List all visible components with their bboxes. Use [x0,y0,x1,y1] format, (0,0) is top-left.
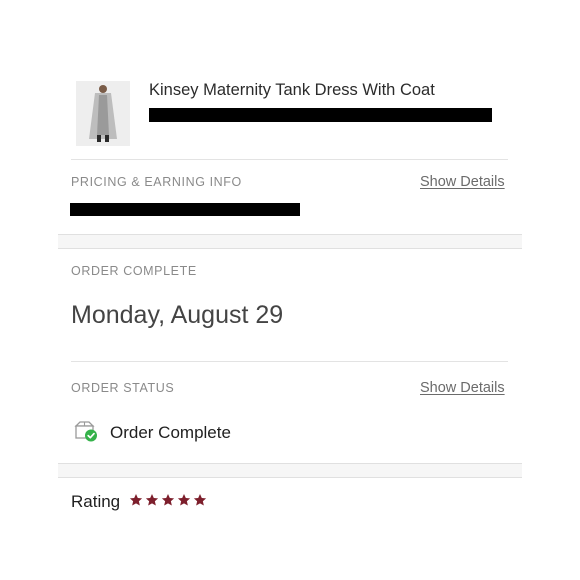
divider [71,159,508,160]
order-status-text: Order Complete [110,423,231,442]
order-status-label: ORDER STATUS [71,381,175,395]
product-photo-icon [76,81,130,146]
order-status-show-details-link[interactable]: Show Details [420,380,505,396]
star-icon [145,494,159,506]
order-complete-label: ORDER COMPLETE [71,264,197,278]
section-separator [58,234,522,249]
pricing-section-label: PRICING & EARNING INFO [71,175,242,189]
rating-label: Rating [71,492,121,511]
order-complete-date: Monday, August 29 [71,301,284,329]
section-separator [58,463,522,478]
rating-stars[interactable] [129,493,207,507]
redacted-product-details [149,108,492,122]
star-icon [161,494,175,506]
star-icon [177,494,191,506]
box-check-icon [74,421,98,443]
pricing-show-details-link[interactable]: Show Details [420,174,505,190]
product-title[interactable]: Kinsey Maternity Tank Dress With Coat [149,81,435,100]
star-icon [129,494,143,506]
star-icon [193,494,207,506]
divider [71,361,508,362]
product-thumbnail[interactable] [76,81,130,146]
redacted-pricing-info [70,203,300,216]
